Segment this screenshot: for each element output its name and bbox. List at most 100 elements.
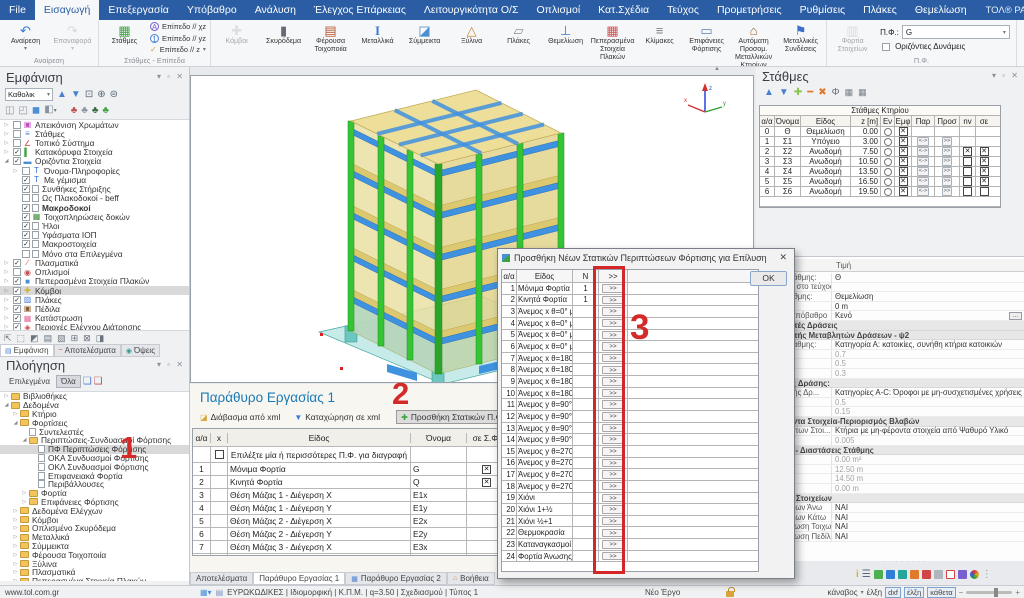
level-info-icon[interactable]: Φ xyxy=(832,87,840,98)
property-row[interactable]: Μη Φερόντων Στοι...Κτήρια με μη-φέροντα … xyxy=(756,427,1024,437)
window2-icon[interactable]: ❏ xyxy=(94,376,103,388)
nav-tree-item[interactable]: Περιβάλλουσες xyxy=(0,480,189,489)
pdf-icon[interactable] xyxy=(946,570,955,579)
level-nv-checkbox[interactable] xyxy=(963,157,972,166)
expand-icon[interactable]: ▷ xyxy=(11,534,20,540)
tab-θεμελίωση[interactable]: Θεμελίωση xyxy=(906,0,976,20)
website-label[interactable]: www.tol.com.gr xyxy=(5,586,59,598)
tree-checkbox[interactable]: ✓ xyxy=(22,240,30,248)
display-tree-item[interactable]: ✓▦Τοιχοπληρώσεις δοκών xyxy=(0,212,189,221)
property-row[interactable]: Είδος Στάθμης:Θεμελίωση xyxy=(756,292,1024,302)
in-combination-checkbox[interactable]: ✕ xyxy=(482,465,491,474)
display-tree-item[interactable]: ▷▣Απεικόνιση Χρωμάτων xyxy=(0,120,189,129)
ribbon-button-μεταλλικές-συνδέσεις[interactable]: ⚑Μεταλλικές Συνδέσεις xyxy=(777,21,824,67)
level-pros-button[interactable]: >> xyxy=(942,187,953,196)
pf-dropdown[interactable]: G▾ xyxy=(902,25,1010,39)
tree-checkbox[interactable]: ✓ xyxy=(13,296,21,304)
level-active-radio[interactable] xyxy=(884,158,892,166)
zoom-slider[interactable] xyxy=(966,591,1012,594)
expand-icon[interactable]: ▷ xyxy=(2,260,11,266)
tree-gray-icon[interactable]: ♣ xyxy=(81,105,88,117)
level-nv-checkbox[interactable] xyxy=(963,187,972,196)
level-visible-checkbox[interactable]: ✕ xyxy=(899,177,908,186)
view-iso-icon[interactable]: ◫ xyxy=(5,105,14,117)
grid-label[interactable]: κάναβος xyxy=(828,588,858,597)
nav-tree-item[interactable]: ▷Δεδομένα Ελέγχων xyxy=(0,506,189,515)
level-se-checkbox[interactable] xyxy=(980,187,989,196)
toggle-ortho[interactable]: κάθετα xyxy=(927,587,955,598)
zoom-previous-icon[interactable]: ⊜ xyxy=(110,89,118,101)
property-row[interactable]: Ly:14.50 m xyxy=(756,474,1024,484)
ribbon-button-μεταλλικ-[interactable]: IΜεταλλικά xyxy=(354,21,401,67)
zoom-window-icon[interactable]: ⊡ xyxy=(85,89,93,101)
level-down-icon[interactable]: ▼ xyxy=(779,87,789,98)
expand-icon[interactable]: ▷ xyxy=(2,393,11,399)
level-active-radio[interactable] xyxy=(884,148,892,156)
property-row[interactable]: Όνομα Στάθμης:Θ xyxy=(756,273,1024,283)
property-row[interactable]: Ονομασία στο τεύχος: xyxy=(756,283,1024,293)
property-row[interactable]: ψ2=0.3 xyxy=(756,369,1024,379)
hatch-icon[interactable]: ▧ xyxy=(57,333,66,344)
ribbon-button-πλ-κες[interactable]: ▱Πλάκες xyxy=(495,21,542,67)
level-visible-checkbox[interactable]: ✕ xyxy=(899,147,908,156)
expand-icon[interactable]: ▷ xyxy=(2,306,11,312)
ribbon-small-button[interactable]: AΕπίπεδο // χz xyxy=(150,21,206,32)
ribbon-button-κόμβοι[interactable]: ✚Κόμβοι xyxy=(213,21,260,67)
panel-tab-αποτελέσματα[interactable]: ~Αποτελέσματα xyxy=(54,344,121,357)
property-row[interactable]: Δοκών Όλων ΆνωΝΑΙ xyxy=(756,503,1024,513)
tab-οπλισμοί[interactable]: Οπλισμοί xyxy=(527,0,589,20)
level-row[interactable]: 4Σ4Ανωδομή13.50✕<->>>✕ xyxy=(760,167,1000,177)
expand-icon[interactable]: ▷ xyxy=(2,278,11,284)
browse-button[interactable]: ... xyxy=(1009,312,1022,320)
close-icon[interactable]: ✕ xyxy=(776,252,790,263)
tree-checkbox[interactable]: ✓ xyxy=(22,213,30,221)
display-tree-item[interactable]: ▷TΌνομα-Πληροφορίες xyxy=(0,166,189,175)
tab-τεύχος[interactable]: Τεύχος xyxy=(658,0,708,20)
panel-tab-εμφάνιση[interactable]: ▤Εμφάνιση xyxy=(0,344,54,357)
ribbon-button-επαναφορ-[interactable]: ↷Επαναφορά▾ xyxy=(49,21,96,55)
ribbon-button-ξύλινα[interactable]: △Ξύλινα xyxy=(448,21,495,67)
level-visible-checkbox[interactable]: ✕ xyxy=(899,167,908,176)
tree-green-icon[interactable]: ♣ xyxy=(102,105,109,117)
expand-icon[interactable]: ▷ xyxy=(11,517,20,523)
display-tree-item[interactable]: ▷✓■Πεπερασμένα Στοιχεία Πλακών xyxy=(0,277,189,286)
display-tree-item[interactable]: ▷✓▍Κατακόρυφα Στοιχεία xyxy=(0,148,189,157)
property-row[interactable]: α=0.005 xyxy=(756,436,1024,446)
display-tree-item[interactable]: ✓Μακροστοιχεία xyxy=(0,240,189,249)
zoom-out-icon[interactable]: − xyxy=(959,588,964,597)
property-row[interactable]: Προσομοίωση Πεδίλ...ΝΑΙ xyxy=(756,532,1024,542)
tree-checkbox[interactable]: ✓ xyxy=(22,222,30,230)
display-tree-item[interactable]: ✓Υφάσματα ΙΟΠ xyxy=(0,231,189,240)
color-wheel-icon[interactable] xyxy=(970,570,979,579)
tree-checkbox[interactable]: ✓ xyxy=(13,157,21,165)
expand-icon[interactable]: ▷ xyxy=(2,288,11,294)
report-icon[interactable] xyxy=(910,570,919,579)
display-tree-item[interactable]: ◢✓▬Οριζόντια Στοιχεία xyxy=(0,157,189,166)
tree-checkbox[interactable] xyxy=(22,194,30,202)
level-pros-button[interactable]: >> xyxy=(942,177,953,186)
work-toolbar-button[interactable]: ▼Καταχώρηση σε xml xyxy=(290,411,384,423)
expand-icon[interactable]: ▷ xyxy=(20,499,29,505)
expand-icon[interactable]: ▷ xyxy=(11,508,20,514)
level-par-button[interactable]: <-> xyxy=(917,147,930,156)
nav-tree-item[interactable]: ▷Μεταλλικά xyxy=(0,533,189,542)
nav-filter-όλα[interactable]: Όλα xyxy=(56,375,81,388)
tree-checkbox[interactable]: ✓ xyxy=(13,314,21,322)
property-row[interactable]: Ύψος:0 m xyxy=(756,302,1024,312)
expand-icon[interactable]: ▷ xyxy=(11,569,20,575)
nav-panel-controls[interactable]: ▾ ▫ ✕ xyxy=(157,360,185,369)
display-panel-controls[interactable]: ▾ ▫ ✕ xyxy=(157,72,185,81)
display-tree-item[interactable]: ✓Μακροδοκοί xyxy=(0,203,189,212)
tab-έλεγχος επάρκειας[interactable]: Έλεγχος Επάρκειας xyxy=(305,0,415,20)
delete-checkbox[interactable] xyxy=(215,450,224,459)
expand-icon[interactable]: ▷ xyxy=(2,297,11,303)
zoom-in-icon[interactable]: + xyxy=(1015,588,1020,597)
nav-tree-item[interactable]: ▷Φέρουσα Τοιχοποιία xyxy=(0,550,189,559)
ribbon-button-αναίρεση[interactable]: ↶Αναίρεση▾ xyxy=(2,21,49,55)
tab-εισαγωγή[interactable]: Εισαγωγή xyxy=(35,0,99,20)
display-tree-item[interactable]: ▷✓▦Κατάστρωση xyxy=(0,314,189,323)
property-row[interactable]: ψ0=0.7 xyxy=(756,350,1024,360)
expand-icon[interactable]: ▷ xyxy=(11,543,20,549)
tab-κατ.σχέδια[interactable]: Κατ.Σχέδια xyxy=(589,0,658,20)
isolate-icon[interactable]: ⇱ xyxy=(4,333,12,344)
